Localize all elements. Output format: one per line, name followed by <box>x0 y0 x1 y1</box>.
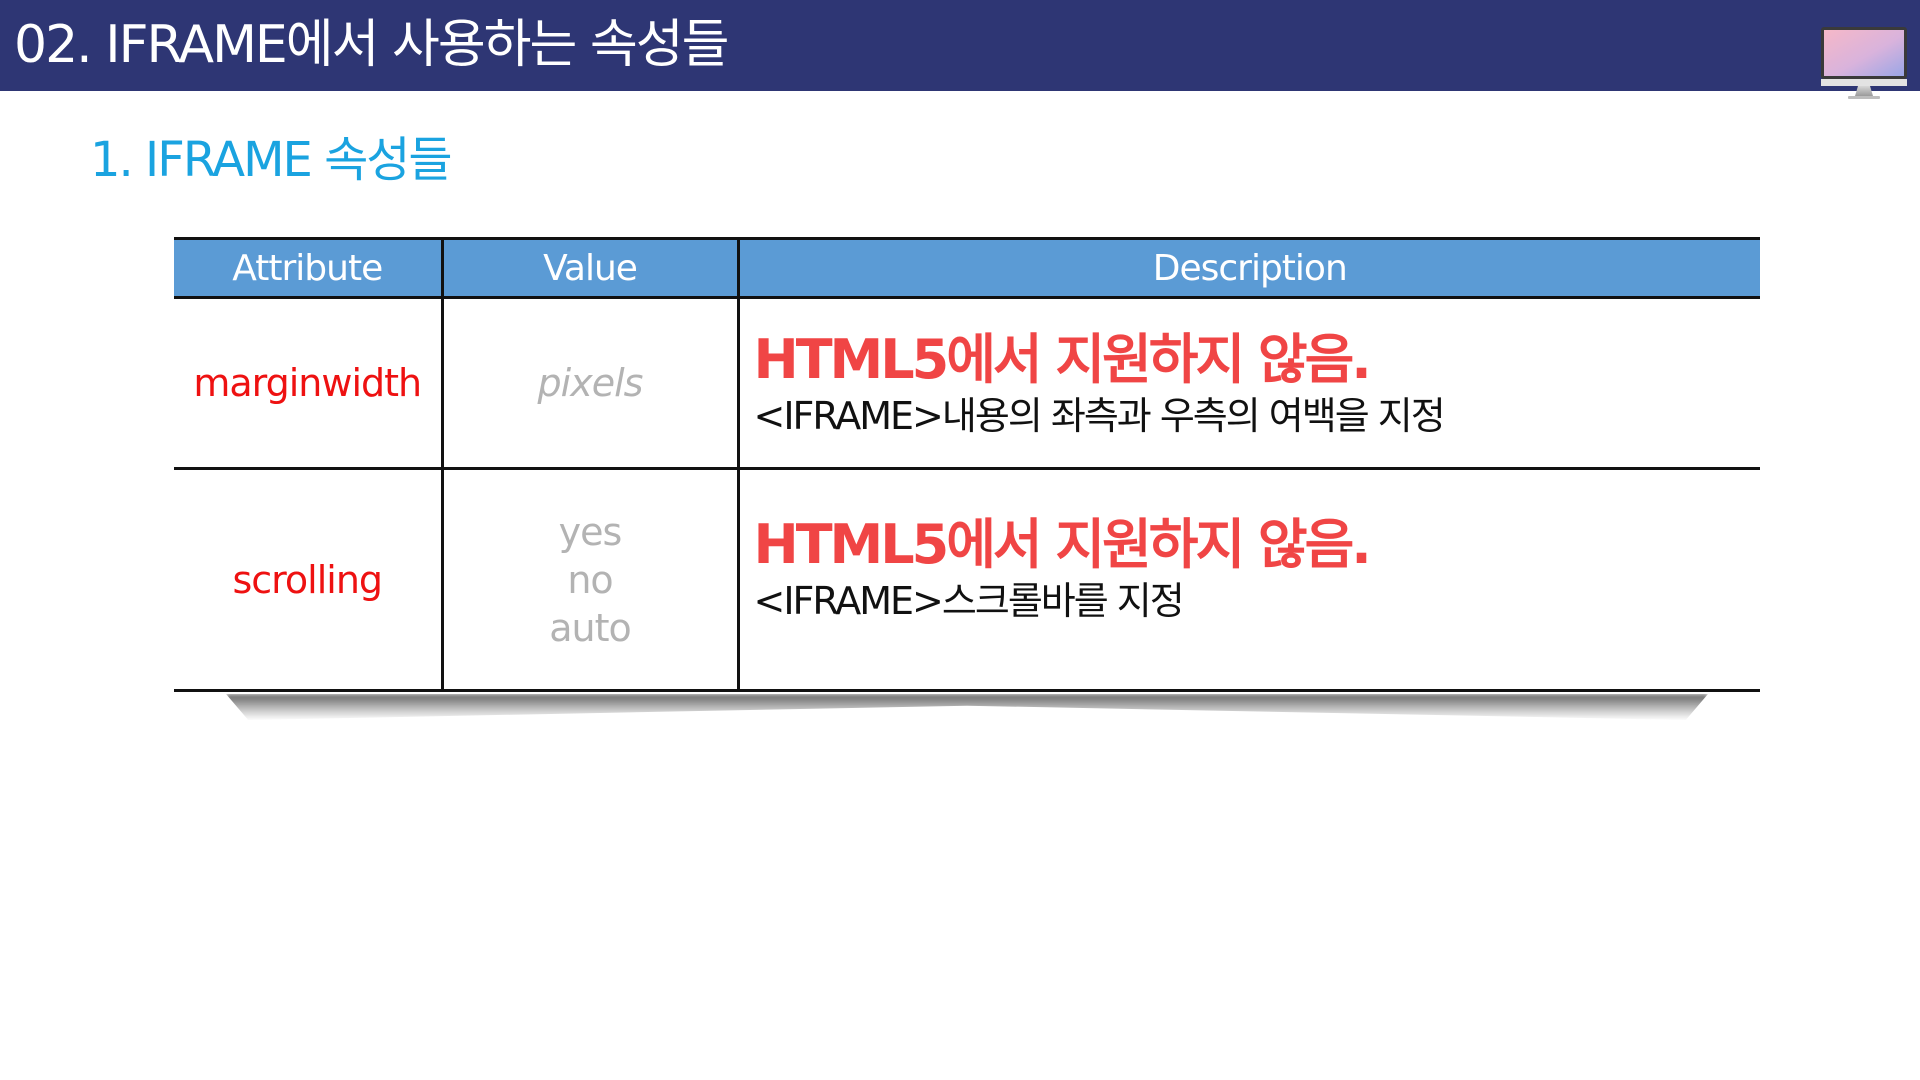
attribute-description: HTML5에서 지원하지 않음. <IFRAME>내용의 좌측과 우측의 여백을… <box>736 297 1760 470</box>
attribute-value: pixels <box>440 297 738 470</box>
description-warning: HTML5에서 지원하지 않음. <box>753 513 1372 576</box>
attribute-table-container: Attribute Value Description marginwidth … <box>174 237 1760 692</box>
attribute-name: marginwidth <box>174 297 442 470</box>
value-option: no <box>567 557 613 602</box>
section-title: 1. IFRAME 속성들 <box>90 132 453 188</box>
value-option: auto <box>549 605 632 650</box>
attribute-value: yes no auto <box>440 468 738 692</box>
column-header-attribute: Attribute <box>174 237 442 299</box>
slide: 02. IFRAME에서 사용하는 속성들 1. IFRAME 속성들 Attr… <box>0 0 1920 1080</box>
attribute-table: Attribute Value Description marginwidth … <box>174 237 1760 692</box>
header-bar: 02. IFRAME에서 사용하는 속성들 <box>0 0 1920 91</box>
description-text: <IFRAME>스크롤바를 지정 <box>753 579 1185 623</box>
attribute-name: scrolling <box>174 468 442 692</box>
table-header-row: Attribute Value Description <box>174 237 1760 299</box>
description-text: <IFRAME>내용의 좌측과 우측의 여백을 지정 <box>753 394 1446 438</box>
column-header-value: Value <box>440 237 738 299</box>
page-title: 02. IFRAME에서 사용하는 속성들 <box>14 15 729 75</box>
table-shadow <box>226 694 1708 720</box>
value-option: yes <box>558 509 623 554</box>
table-row: marginwidth pixels HTML5에서 지원하지 않음. <IFR… <box>174 297 1760 470</box>
monitor-icon <box>1821 27 1907 99</box>
table-row: scrolling yes no auto HTML5에서 지원하지 않음. <… <box>174 468 1760 692</box>
attribute-description: HTML5에서 지원하지 않음. <IFRAME>스크롤바를 지정 <box>736 468 1760 692</box>
description-warning: HTML5에서 지원하지 않음. <box>753 328 1372 391</box>
value-option: pixels <box>537 361 644 405</box>
column-header-description: Description <box>736 237 1760 299</box>
